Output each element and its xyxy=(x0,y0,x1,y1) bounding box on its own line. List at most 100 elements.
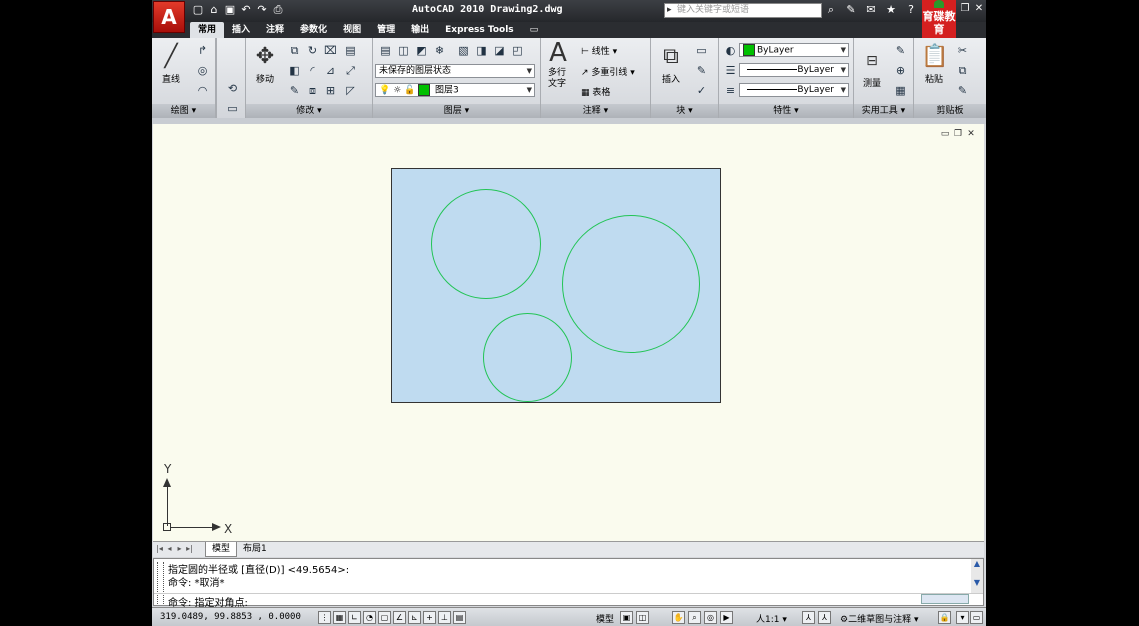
search-input[interactable]: 键入关键字或短语 xyxy=(664,3,822,18)
tab-express-tools[interactable]: Express Tools xyxy=(437,22,522,38)
stretch-icon[interactable]: ⊿ xyxy=(322,62,339,79)
arc-icon[interactable]: ◠ xyxy=(194,82,211,99)
create-block-icon[interactable]: ▭ xyxy=(693,42,710,59)
cut-icon[interactable]: ✂ xyxy=(954,42,971,59)
pan-icon[interactable]: ✋ xyxy=(672,611,685,624)
layer-walk-icon[interactable]: ◪ xyxy=(491,42,508,59)
qp-icon[interactable]: ▤ xyxy=(453,611,466,624)
scale-icon[interactable]: ⤢ xyxy=(342,62,359,79)
multiline-text-button[interactable]: A 多行文字 xyxy=(545,40,569,90)
quick-select-icon[interactable]: ⊕ xyxy=(892,62,909,79)
clipboard-panel-title[interactable]: 剪贴板 xyxy=(914,104,986,118)
restore-drawing-icon[interactable]: ❐ xyxy=(953,129,963,139)
tab-insert[interactable]: 插入 xyxy=(224,22,258,38)
linear-dimension-button[interactable]: ⊢ 线性 ▾ xyxy=(581,44,617,57)
utilities-panel-title[interactable]: 实用工具 ▾ xyxy=(854,104,913,118)
linetype-dropdown[interactable]: ByLayer xyxy=(739,63,849,77)
match-properties-icon[interactable]: ◐ xyxy=(722,42,739,59)
command-input-row[interactable]: 命令: 指定对角点: xyxy=(154,593,983,609)
drawing-area[interactable]: ▭ ❐ ✕ Y X xyxy=(153,124,984,541)
rotate-icon[interactable]: ↻ xyxy=(304,42,321,59)
ribbon-minimize-icon[interactable]: ▭ xyxy=(522,22,547,38)
prev-layout-icon[interactable]: ◂ xyxy=(165,544,174,553)
viewport-rectangle[interactable] xyxy=(391,168,721,403)
calculator-icon[interactable]: ▦ xyxy=(892,82,909,99)
annotation-visibility-icon[interactable]: ⅄ xyxy=(802,611,815,624)
circle-icon[interactable]: ◎ xyxy=(194,62,211,79)
fillet-icon[interactable]: ◜ xyxy=(304,62,321,79)
save-icon[interactable]: ▣ xyxy=(224,3,236,17)
quick-view-drawings-icon[interactable]: ◫ xyxy=(636,611,649,624)
circle-top-left[interactable] xyxy=(431,189,541,299)
application-menu-button[interactable]: A xyxy=(153,1,185,33)
undo-icon[interactable]: ↶ xyxy=(240,3,252,17)
array-icon[interactable]: ▤ xyxy=(342,42,359,59)
line-button[interactable]: ╱ 直线 xyxy=(158,44,184,85)
snap-icon[interactable]: ⋮ xyxy=(318,611,331,624)
rectangle-icon[interactable]: ▭ xyxy=(224,100,241,117)
toolbar-lock-icon[interactable]: 🔒 xyxy=(938,611,951,624)
tab-output[interactable]: 输出 xyxy=(403,22,437,38)
tab-home[interactable]: 常用 xyxy=(190,22,225,38)
lineweight-icon[interactable]: ≡ xyxy=(722,82,739,99)
quick-calc-icon[interactable]: ✎ xyxy=(892,42,909,59)
close-icon[interactable]: ✕ xyxy=(974,3,984,14)
communication-icon[interactable]: ✉ xyxy=(864,3,878,17)
minimize-drawing-icon[interactable]: ▭ xyxy=(940,129,950,139)
lineweight-toggle-icon[interactable]: ⊥ xyxy=(438,611,451,624)
close-drawing-icon[interactable]: ✕ xyxy=(966,129,976,139)
layer-off-icon[interactable]: ◩ xyxy=(413,42,430,59)
rotate-draw-icon[interactable]: ⟲ xyxy=(224,80,241,97)
zoom-icon[interactable]: ⌕ xyxy=(688,611,701,624)
binoculars-icon[interactable]: ⌕ xyxy=(824,3,838,17)
layer-lock-icon[interactable]: ▧ xyxy=(455,42,472,59)
layer-properties-icon[interactable]: ▤ xyxy=(377,42,394,59)
auto-scale-icon[interactable]: ⅄ xyxy=(818,611,831,624)
model-space-toggle[interactable]: 模型 xyxy=(596,612,614,625)
otrack-icon[interactable]: ∠ xyxy=(393,611,406,624)
annotation-scale[interactable]: 人1:1 ▾ xyxy=(756,612,787,625)
tab-layout1[interactable]: 布局1 xyxy=(237,542,273,556)
ortho-icon[interactable]: ∟ xyxy=(348,611,361,624)
first-layout-icon[interactable]: |◂ xyxy=(155,544,164,553)
chamfer-icon[interactable]: ◸ xyxy=(342,82,359,99)
layer-dropdown[interactable]: 💡 ☼ 🔓 图层3 xyxy=(375,83,535,97)
polar-icon[interactable]: ◔ xyxy=(363,611,376,624)
table-button[interactable]: ▦ 表格 xyxy=(581,85,610,98)
command-hscroll[interactable] xyxy=(921,594,969,604)
tab-model[interactable]: 模型 xyxy=(205,542,238,557)
steering-wheel-icon[interactable]: ◎ xyxy=(704,611,717,624)
modify-panel-title[interactable]: 修改 ▾ xyxy=(246,104,372,118)
dyn-icon[interactable]: + xyxy=(423,611,436,624)
restore-icon[interactable]: ❐ xyxy=(960,3,970,14)
paste-button[interactable]: 📋 粘贴 xyxy=(920,44,948,85)
tab-annotate[interactable]: 注释 xyxy=(258,22,292,38)
properties-panel-title[interactable]: 特性 ▾ xyxy=(719,104,853,118)
tab-manage[interactable]: 管理 xyxy=(369,22,403,38)
command-scrollbar[interactable]: ▲ ▼ xyxy=(971,559,983,593)
multileader-button[interactable]: ↗ 多重引线 ▾ xyxy=(581,65,635,78)
copy-clip-icon[interactable]: ⧉ xyxy=(954,62,971,79)
edit-block-icon[interactable]: ✎ xyxy=(693,62,710,79)
redo-icon[interactable]: ↷ xyxy=(256,3,268,17)
clean-screen-icon[interactable]: ▭ xyxy=(970,611,983,624)
ducs-icon[interactable]: ⊾ xyxy=(408,611,421,624)
coordinate-readout[interactable]: 319.0489, 99.8853 , 0.0000 xyxy=(160,612,301,622)
erase-icon[interactable]: ✎ xyxy=(286,82,303,99)
grid-icon[interactable]: ▦ xyxy=(333,611,346,624)
copy-icon[interactable]: ⧉ xyxy=(286,42,303,59)
last-layout-icon[interactable]: ▸| xyxy=(185,544,194,553)
tab-parametric[interactable]: 参数化 xyxy=(292,22,335,38)
subscription-icon[interactable]: ✎ xyxy=(844,3,858,17)
favorites-icon[interactable]: ★ xyxy=(884,3,898,17)
measure-button[interactable]: ⊟ 测量 xyxy=(858,48,886,89)
match-clip-icon[interactable]: ✎ xyxy=(954,82,971,99)
linetype-icon[interactable]: ☰ xyxy=(722,62,739,79)
insert-block-button[interactable]: ⧉ 插入 xyxy=(657,44,685,85)
layers-panel-title[interactable]: 图层 ▾ xyxy=(373,104,540,118)
layer-state-dropdown[interactable]: 未保存的图层状态 xyxy=(375,64,535,78)
offset-icon[interactable]: ⧈ xyxy=(304,82,321,99)
next-layout-icon[interactable]: ▸ xyxy=(175,544,184,553)
circle-bottom[interactable] xyxy=(483,313,572,402)
annotation-panel-title[interactable]: 注释 ▾ xyxy=(541,104,650,118)
